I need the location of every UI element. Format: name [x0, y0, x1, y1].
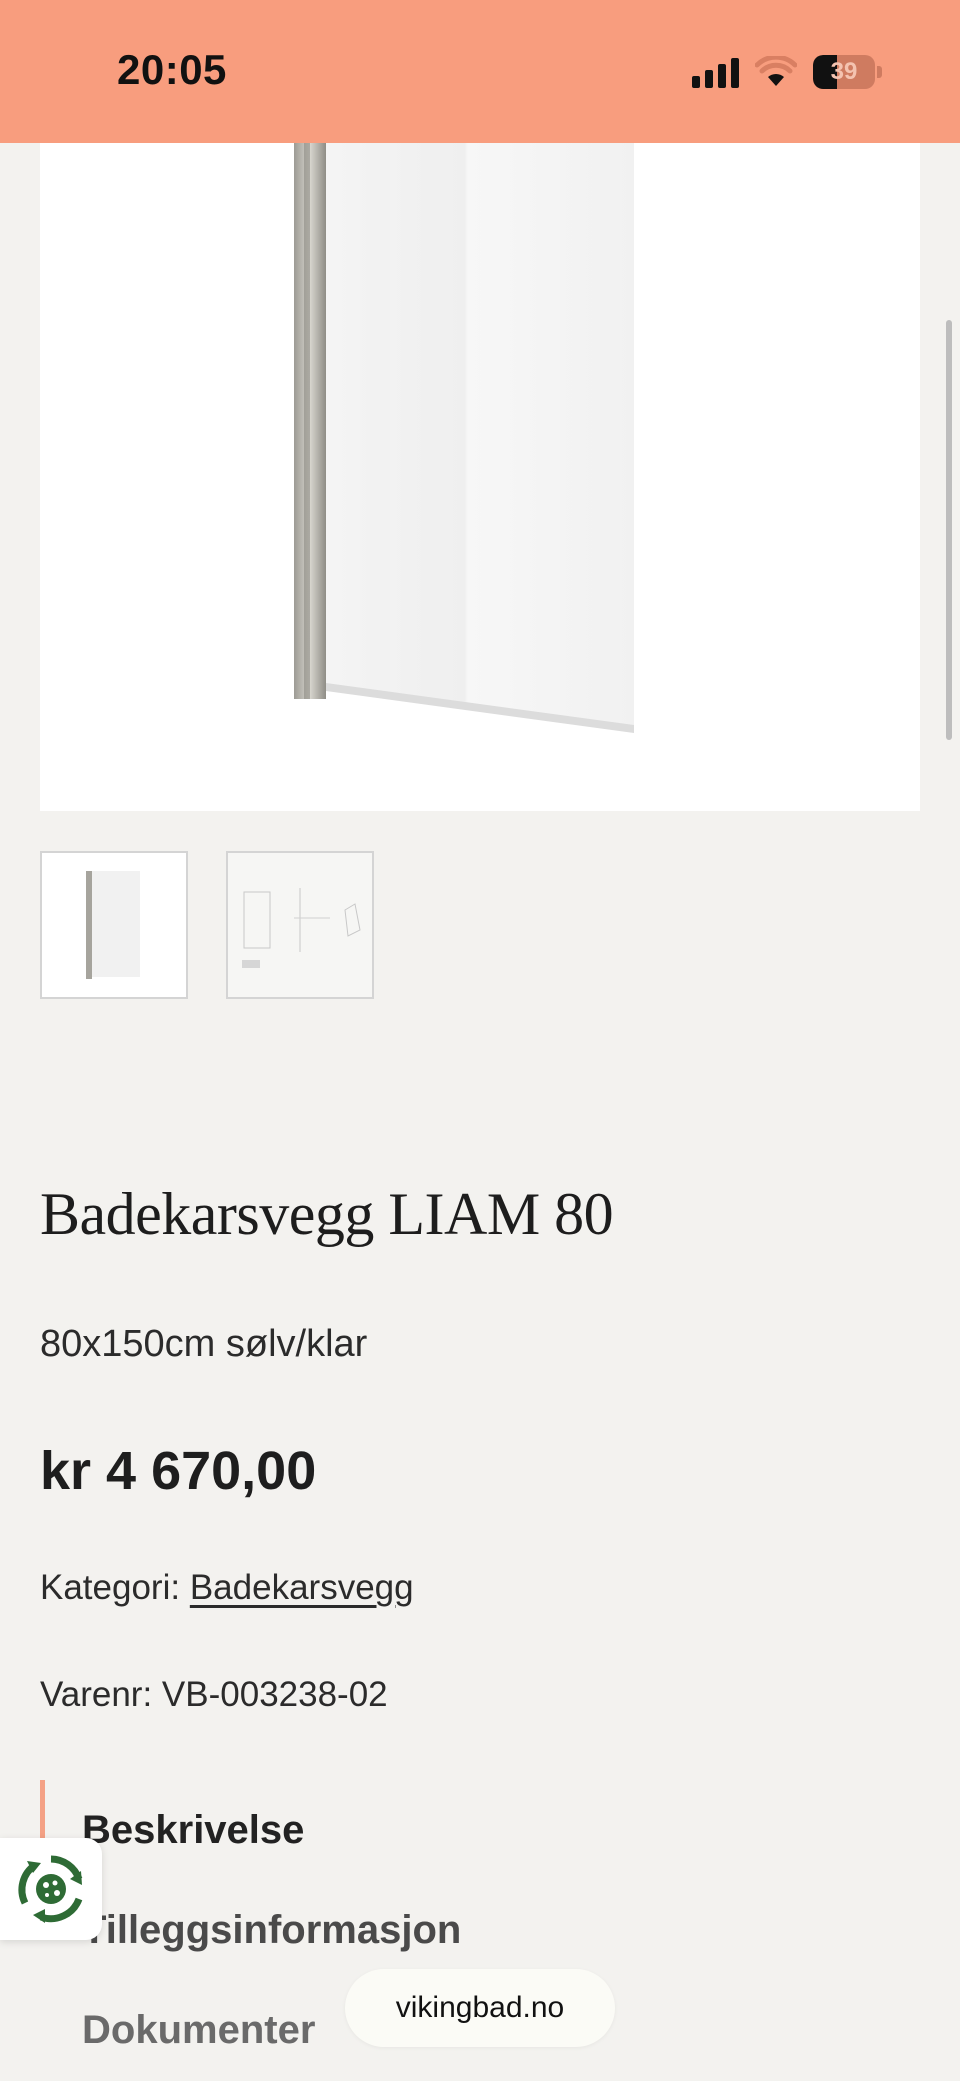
sku-value: VB-003238-02 [161, 1675, 388, 1714]
product-thumbnail-image [86, 871, 140, 979]
thumbnail-technical-drawing[interactable] [226, 851, 374, 999]
product-title: Badekarsvegg LIAM 80 [40, 1181, 614, 1247]
url-text: vikingbad.no [395, 1991, 565, 2024]
scroll-indicator[interactable] [946, 320, 952, 740]
thumbnail-product-photo[interactable] [40, 851, 188, 999]
tab-beskrivelse[interactable]: Beskrivelse [82, 1808, 304, 1853]
tab-tilleggsinformasjon[interactable]: Tilleggsinformasjon [82, 1908, 461, 1953]
cookie-icon [18, 1855, 83, 1923]
category-label: Kategori: [40, 1568, 181, 1607]
wifi-icon [755, 56, 797, 86]
product-main-image[interactable] [40, 143, 920, 811]
cookie-consent-button[interactable] [0, 1838, 102, 1940]
status-icons: 39 [692, 52, 882, 92]
battery-level: 39 [830, 58, 858, 85]
sku-label: Varenr: [40, 1675, 153, 1714]
drawing-thumbnail-image [242, 888, 361, 968]
status-time: 20:05 [117, 46, 227, 93]
battery-tip [877, 66, 882, 78]
status-bar: 20:05 39 [0, 0, 960, 143]
category-link[interactable]: Badekarsvegg [190, 1568, 414, 1607]
signal-bars-icon [692, 56, 739, 88]
thumbnail-strip [40, 851, 374, 999]
product-subtitle: 80x150cm sølv/klar [40, 1323, 368, 1365]
category-line: Kategori: Badekarsvegg [40, 1568, 414, 1608]
tab-dokumenter[interactable]: Dokumenter [82, 2008, 315, 2053]
battery-icon: 39 [813, 55, 875, 89]
sku-line: Varenr: VB-003238-02 [40, 1675, 388, 1715]
shower-screen-illustration [294, 143, 634, 733]
product-price: kr 4 670,00 [40, 1441, 317, 1501]
browser-url-bar[interactable]: vikingbad.no [345, 1969, 615, 2047]
